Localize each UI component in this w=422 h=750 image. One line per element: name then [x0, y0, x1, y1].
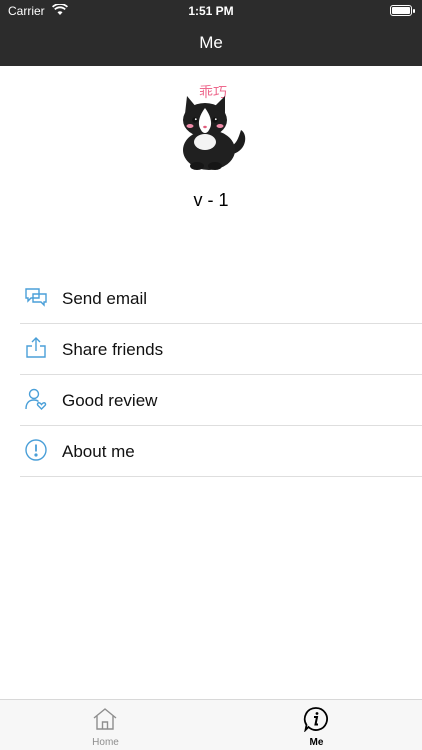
menu-item-share-friends[interactable]: Share friends: [20, 324, 422, 375]
menu-item-send-email[interactable]: Send email: [20, 273, 422, 324]
menu-item-about-me[interactable]: About me: [20, 426, 422, 477]
header: Carrier 1:51 PM Me: [0, 0, 422, 66]
menu-item-label: Good review: [62, 391, 158, 410]
share-upload-icon: [26, 337, 46, 358]
menu-item-good-review[interactable]: Good review: [20, 375, 422, 426]
version-label: v - 1: [193, 190, 229, 210]
status-bar: Carrier 1:51 PM: [0, 0, 422, 22]
menu-item-label: Share friends: [62, 340, 164, 359]
menu-item-label: About me: [62, 442, 135, 461]
tab-bar: Home Me: [0, 699, 422, 750]
info-chat-icon: [303, 707, 328, 732]
user-heart-icon: [25, 388, 47, 410]
exclamation-circle-icon: [25, 439, 47, 461]
chat-bubbles-icon: [25, 288, 47, 307]
settings-menu: Send email Share friends Good review Abo…: [20, 273, 422, 477]
avatar: 乖巧: [183, 85, 246, 170]
tab-label: Me: [309, 737, 324, 748]
page-title: Me: [199, 33, 223, 52]
tab-home[interactable]: Home: [0, 700, 211, 750]
house-icon: [93, 708, 117, 730]
menu-item-label: Send email: [62, 289, 148, 308]
battery-icon: [390, 5, 415, 16]
status-time: 1:51 PM: [188, 4, 234, 18]
tab-me[interactable]: Me: [211, 700, 422, 750]
tab-label: Home: [92, 737, 119, 748]
